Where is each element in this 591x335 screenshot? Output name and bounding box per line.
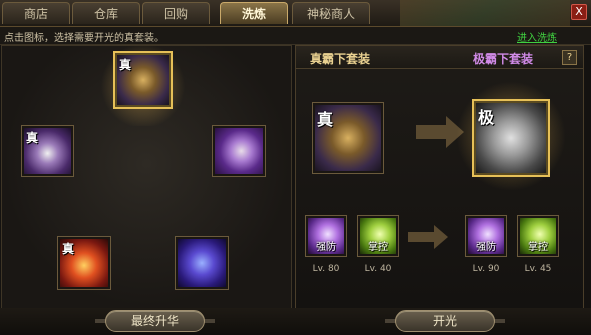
tab-buyback[interactable]: 回购 xyxy=(142,2,210,24)
skill-level: Lv. 45 xyxy=(524,264,552,274)
panel-header: 真霸下套装 极霸下套装 ? xyxy=(296,46,583,69)
skill-level: Lv. 40 xyxy=(364,264,392,274)
true-tag: 真 xyxy=(317,110,334,129)
item-slot-phoenix[interactable]: 真 xyxy=(57,236,111,290)
item-slot-kirin[interactable]: 真 xyxy=(113,51,173,109)
item-slot-tiger[interactable] xyxy=(212,125,266,177)
tab-refine[interactable]: 洗炼 xyxy=(220,2,288,24)
close-button[interactable]: X xyxy=(571,4,587,20)
skill-name: 掌控 xyxy=(528,242,548,253)
skill-level: Lv. 80 xyxy=(312,264,340,274)
skill-arrow-icon xyxy=(434,225,448,249)
purple-tiger-icon xyxy=(215,128,263,174)
enter-refine-link[interactable]: 进入洗炼 xyxy=(517,29,557,44)
map-background xyxy=(400,0,570,26)
tab-mystery-merchant[interactable]: 神秘商人 xyxy=(292,2,370,24)
item-selection-panel: 真 真 真 xyxy=(1,45,292,309)
upgrade-arrow-shaft xyxy=(416,125,446,139)
skill-slot-control[interactable]: 掌控 xyxy=(357,215,399,257)
blue-dragon-icon xyxy=(178,239,226,287)
skill-name: 强防 xyxy=(316,242,336,253)
upgrade-preview-panel: 真霸下套装 极霸下套装 ? 真 极 强防 Lv. 80 掌控 Lv. 40 强防… xyxy=(295,45,584,309)
skill-slot-control-upgraded[interactable]: 掌控 xyxy=(517,215,559,257)
kaiguang-button[interactable]: 开光 xyxy=(395,310,495,332)
skill-name: 强防 xyxy=(476,242,496,253)
skill-level: Lv. 90 xyxy=(472,264,500,274)
source-set-title: 真霸下套装 xyxy=(310,52,371,66)
tab-warehouse[interactable]: 仓库 xyxy=(72,2,140,24)
target-item-slot: 极 xyxy=(472,99,550,177)
skill-arrow-shaft xyxy=(408,232,434,242)
skill-slot-defense[interactable]: 强防 xyxy=(305,215,347,257)
help-button[interactable]: ? xyxy=(562,50,577,65)
skill-slot-defense-upgraded[interactable]: 强防 xyxy=(465,215,507,257)
skill-name: 掌控 xyxy=(368,242,388,253)
tab-shop[interactable]: 商店 xyxy=(2,2,70,24)
true-tag: 真 xyxy=(26,131,39,145)
item-slot-panda[interactable]: 真 xyxy=(21,125,74,177)
tab-bar: 商店 仓库 回购 洗炼 神秘商人 X xyxy=(0,0,591,27)
ultimate-tag: 极 xyxy=(478,108,495,127)
final-upgrade-button[interactable]: 最终升华 xyxy=(105,310,205,332)
true-tag: 真 xyxy=(119,58,132,72)
true-tag: 真 xyxy=(62,242,75,256)
hint-bar: 点击图标，选择需要开光的真套装。 进入洗炼 xyxy=(0,27,591,45)
item-slot-dragon[interactable] xyxy=(175,236,229,290)
hint-text: 点击图标，选择需要开光的真套装。 xyxy=(4,33,164,44)
target-set-title: 极霸下套装 xyxy=(473,52,534,66)
source-item-slot: 真 xyxy=(312,102,384,174)
